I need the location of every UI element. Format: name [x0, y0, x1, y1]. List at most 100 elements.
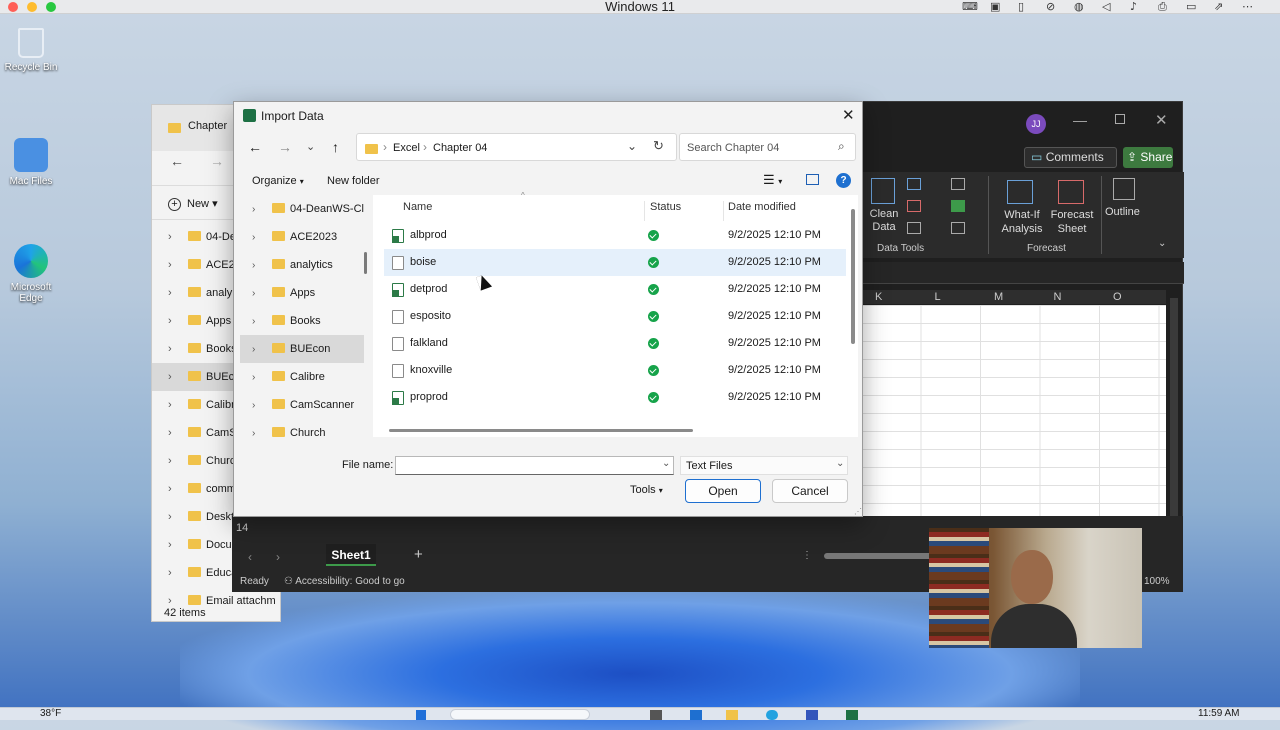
zoom-level[interactable]: 100% — [1144, 576, 1170, 587]
file-list-hscrollbar[interactable] — [389, 429, 693, 432]
view-options-icon[interactable]: ☰ ▾ — [763, 172, 782, 188]
printer-icon[interactable]: ⎙ — [1158, 1, 1167, 13]
more-icon[interactable]: ⋯ — [1242, 1, 1253, 13]
horizontal-scrollbar[interactable] — [824, 553, 944, 559]
nav-scrollbar[interactable] — [364, 252, 367, 274]
dialog-nav-item[interactable]: › 04-DeanWS-Cl — [240, 195, 364, 223]
edge-taskbar-icon[interactable] — [766, 710, 778, 720]
comments-button[interactable]: ▭ Comments — [1024, 147, 1117, 168]
new-folder-button[interactable]: New folder — [327, 175, 380, 187]
excel-taskbar-icon[interactable] — [846, 710, 858, 720]
file-row[interactable]: detprod 9/2/2025 12:10 PM — [384, 276, 846, 303]
file-row[interactable]: esposito 9/2/2025 12:10 PM — [384, 303, 846, 330]
new-button[interactable]: + New ▾ — [168, 197, 218, 211]
column-header-date[interactable]: Date modified — [728, 201, 796, 213]
sheet-tab[interactable]: Sheet1 — [326, 544, 376, 566]
what-if-analysis-button[interactable]: What-If Analysis — [995, 208, 1049, 236]
file-name-dropdown-icon[interactable]: ⌄ — [662, 458, 670, 469]
user-avatar[interactable]: JJ — [1026, 114, 1046, 134]
file-name-input[interactable]: ⌄ — [395, 456, 674, 475]
dialog-nav-item[interactable]: › Calibre — [240, 363, 364, 391]
taskbar-search[interactable] — [450, 709, 590, 720]
cancel-button[interactable]: Cancel — [772, 479, 848, 503]
share-window-icon[interactable]: ⇗ — [1214, 1, 1223, 13]
file-list-vscrollbar[interactable] — [851, 209, 855, 344]
breadcrumb-excel[interactable]: Excel — [393, 142, 420, 154]
vertical-scrollbar[interactable] — [1170, 298, 1178, 548]
column-header[interactable]: O — [1113, 291, 1133, 303]
outline-button[interactable]: Outline — [1105, 206, 1140, 218]
dialog-nav-item[interactable]: › Church — [240, 419, 364, 437]
speaker-icon[interactable]: ◁ — [1102, 1, 1110, 13]
organize-button[interactable]: Organize ▾ — [252, 175, 304, 187]
formula-bar[interactable] — [861, 262, 1184, 284]
column-header-status[interactable]: Status — [650, 201, 681, 213]
forward-arrow-icon[interactable]: → — [210, 153, 224, 169]
globe-icon[interactable]: ◍ — [1074, 1, 1084, 13]
file-row[interactable]: boise 9/2/2025 12:10 PM — [384, 249, 846, 276]
next-sheet-icon[interactable]: › — [276, 550, 280, 564]
add-sheet-icon[interactable]: + — [414, 546, 423, 563]
file-row[interactable]: albprod 9/2/2025 12:10 PM — [384, 222, 846, 249]
refresh-icon[interactable]: ↻ — [653, 138, 664, 154]
text-to-columns-icon[interactable] — [907, 178, 921, 190]
file-row[interactable]: falkland 9/2/2025 12:10 PM — [384, 330, 846, 357]
help-icon[interactable]: ? — [836, 173, 851, 188]
dialog-nav-item[interactable]: › CamScanner — [240, 391, 364, 419]
clean-data-button[interactable]: Clean Data — [867, 208, 901, 234]
relationships-icon[interactable] — [951, 200, 965, 212]
taskbar-app-icon[interactable] — [806, 710, 818, 720]
desktop-icon-recycle-bin[interactable]: Recycle Bin — [0, 28, 62, 73]
desktop-icon-mac-files[interactable]: Mac Files — [0, 138, 62, 187]
breadcrumb-chapter[interactable]: Chapter 04 — [433, 142, 487, 154]
file-row[interactable]: proprod 9/2/2025 12:10 PM — [384, 384, 846, 411]
chip-icon[interactable]: ▣ — [990, 1, 1000, 13]
file-type-select[interactable]: Text Files ⌄ — [680, 456, 848, 475]
up-arrow-icon[interactable]: ↑ — [332, 139, 339, 155]
accessibility-status[interactable]: ⚇ Accessibility: Good to go — [284, 576, 405, 587]
start-button-icon[interactable] — [416, 710, 426, 720]
video-icon[interactable]: ▭ — [1186, 1, 1196, 13]
collapse-ribbon-icon[interactable]: ⌄ — [1158, 238, 1166, 249]
clock[interactable]: 11:59 AM — [1198, 708, 1240, 719]
column-header[interactable]: L — [935, 291, 955, 303]
prev-sheet-icon[interactable]: ‹ — [248, 550, 252, 564]
recent-locations-icon[interactable]: ⌄ — [306, 140, 315, 153]
desktop-icon-edge[interactable]: Microsoft Edge — [0, 244, 62, 304]
forward-arrow-icon[interactable]: → — [278, 139, 292, 155]
close-icon[interactable]: ✕ — [1155, 111, 1168, 129]
address-bar[interactable]: › Excel › Chapter 04 ⌄ ↻ — [356, 133, 677, 161]
manage-data-model-icon[interactable] — [951, 222, 965, 234]
remove-duplicates-icon[interactable] — [907, 200, 921, 212]
address-dropdown-icon[interactable]: ⌄ — [627, 139, 637, 153]
weather-widget[interactable]: 38°F — [40, 708, 61, 719]
dialog-nav-item[interactable]: › Apps — [240, 279, 364, 307]
more-options-icon[interactable]: ⋮ — [802, 550, 812, 561]
resize-grip-icon[interactable]: ⋰ — [854, 507, 862, 516]
preview-pane-icon[interactable] — [806, 174, 819, 185]
file-row[interactable]: knoxville 9/2/2025 12:10 PM — [384, 357, 846, 384]
maximize-icon[interactable] — [1115, 114, 1125, 124]
tools-button[interactable]: Tools ▾ — [630, 484, 663, 496]
back-arrow-icon[interactable]: ← — [170, 153, 184, 169]
share-button[interactable]: ⇪ Share — [1123, 147, 1173, 168]
column-header[interactable]: K — [875, 291, 895, 303]
column-header[interactable]: N — [1054, 291, 1074, 303]
column-header-name[interactable]: Name — [403, 201, 432, 213]
usb-icon[interactable]: ▯ — [1018, 1, 1024, 13]
taskbar-app-icon[interactable] — [690, 710, 702, 720]
search-box[interactable]: Search Chapter 04 ⌕ — [679, 133, 856, 161]
file-explorer-taskbar-icon[interactable] — [726, 710, 738, 720]
dialog-nav-item[interactable]: › ACE2023 — [240, 223, 364, 251]
microphone-icon[interactable]: ♪ — [1130, 1, 1137, 13]
column-header[interactable]: M — [994, 291, 1014, 303]
task-view-icon[interactable] — [650, 710, 662, 720]
data-validation-icon[interactable] — [907, 222, 921, 234]
consolidate-icon[interactable] — [951, 178, 965, 190]
minimize-icon[interactable]: — — [1073, 112, 1087, 128]
forecast-sheet-button[interactable]: Forecast Sheet — [1049, 208, 1095, 236]
worksheet-grid[interactable] — [861, 305, 1166, 545]
open-button[interactable]: Open — [685, 479, 761, 503]
keyboard-icon[interactable]: ⌨ — [962, 1, 978, 13]
back-arrow-icon[interactable]: ← — [248, 139, 262, 155]
